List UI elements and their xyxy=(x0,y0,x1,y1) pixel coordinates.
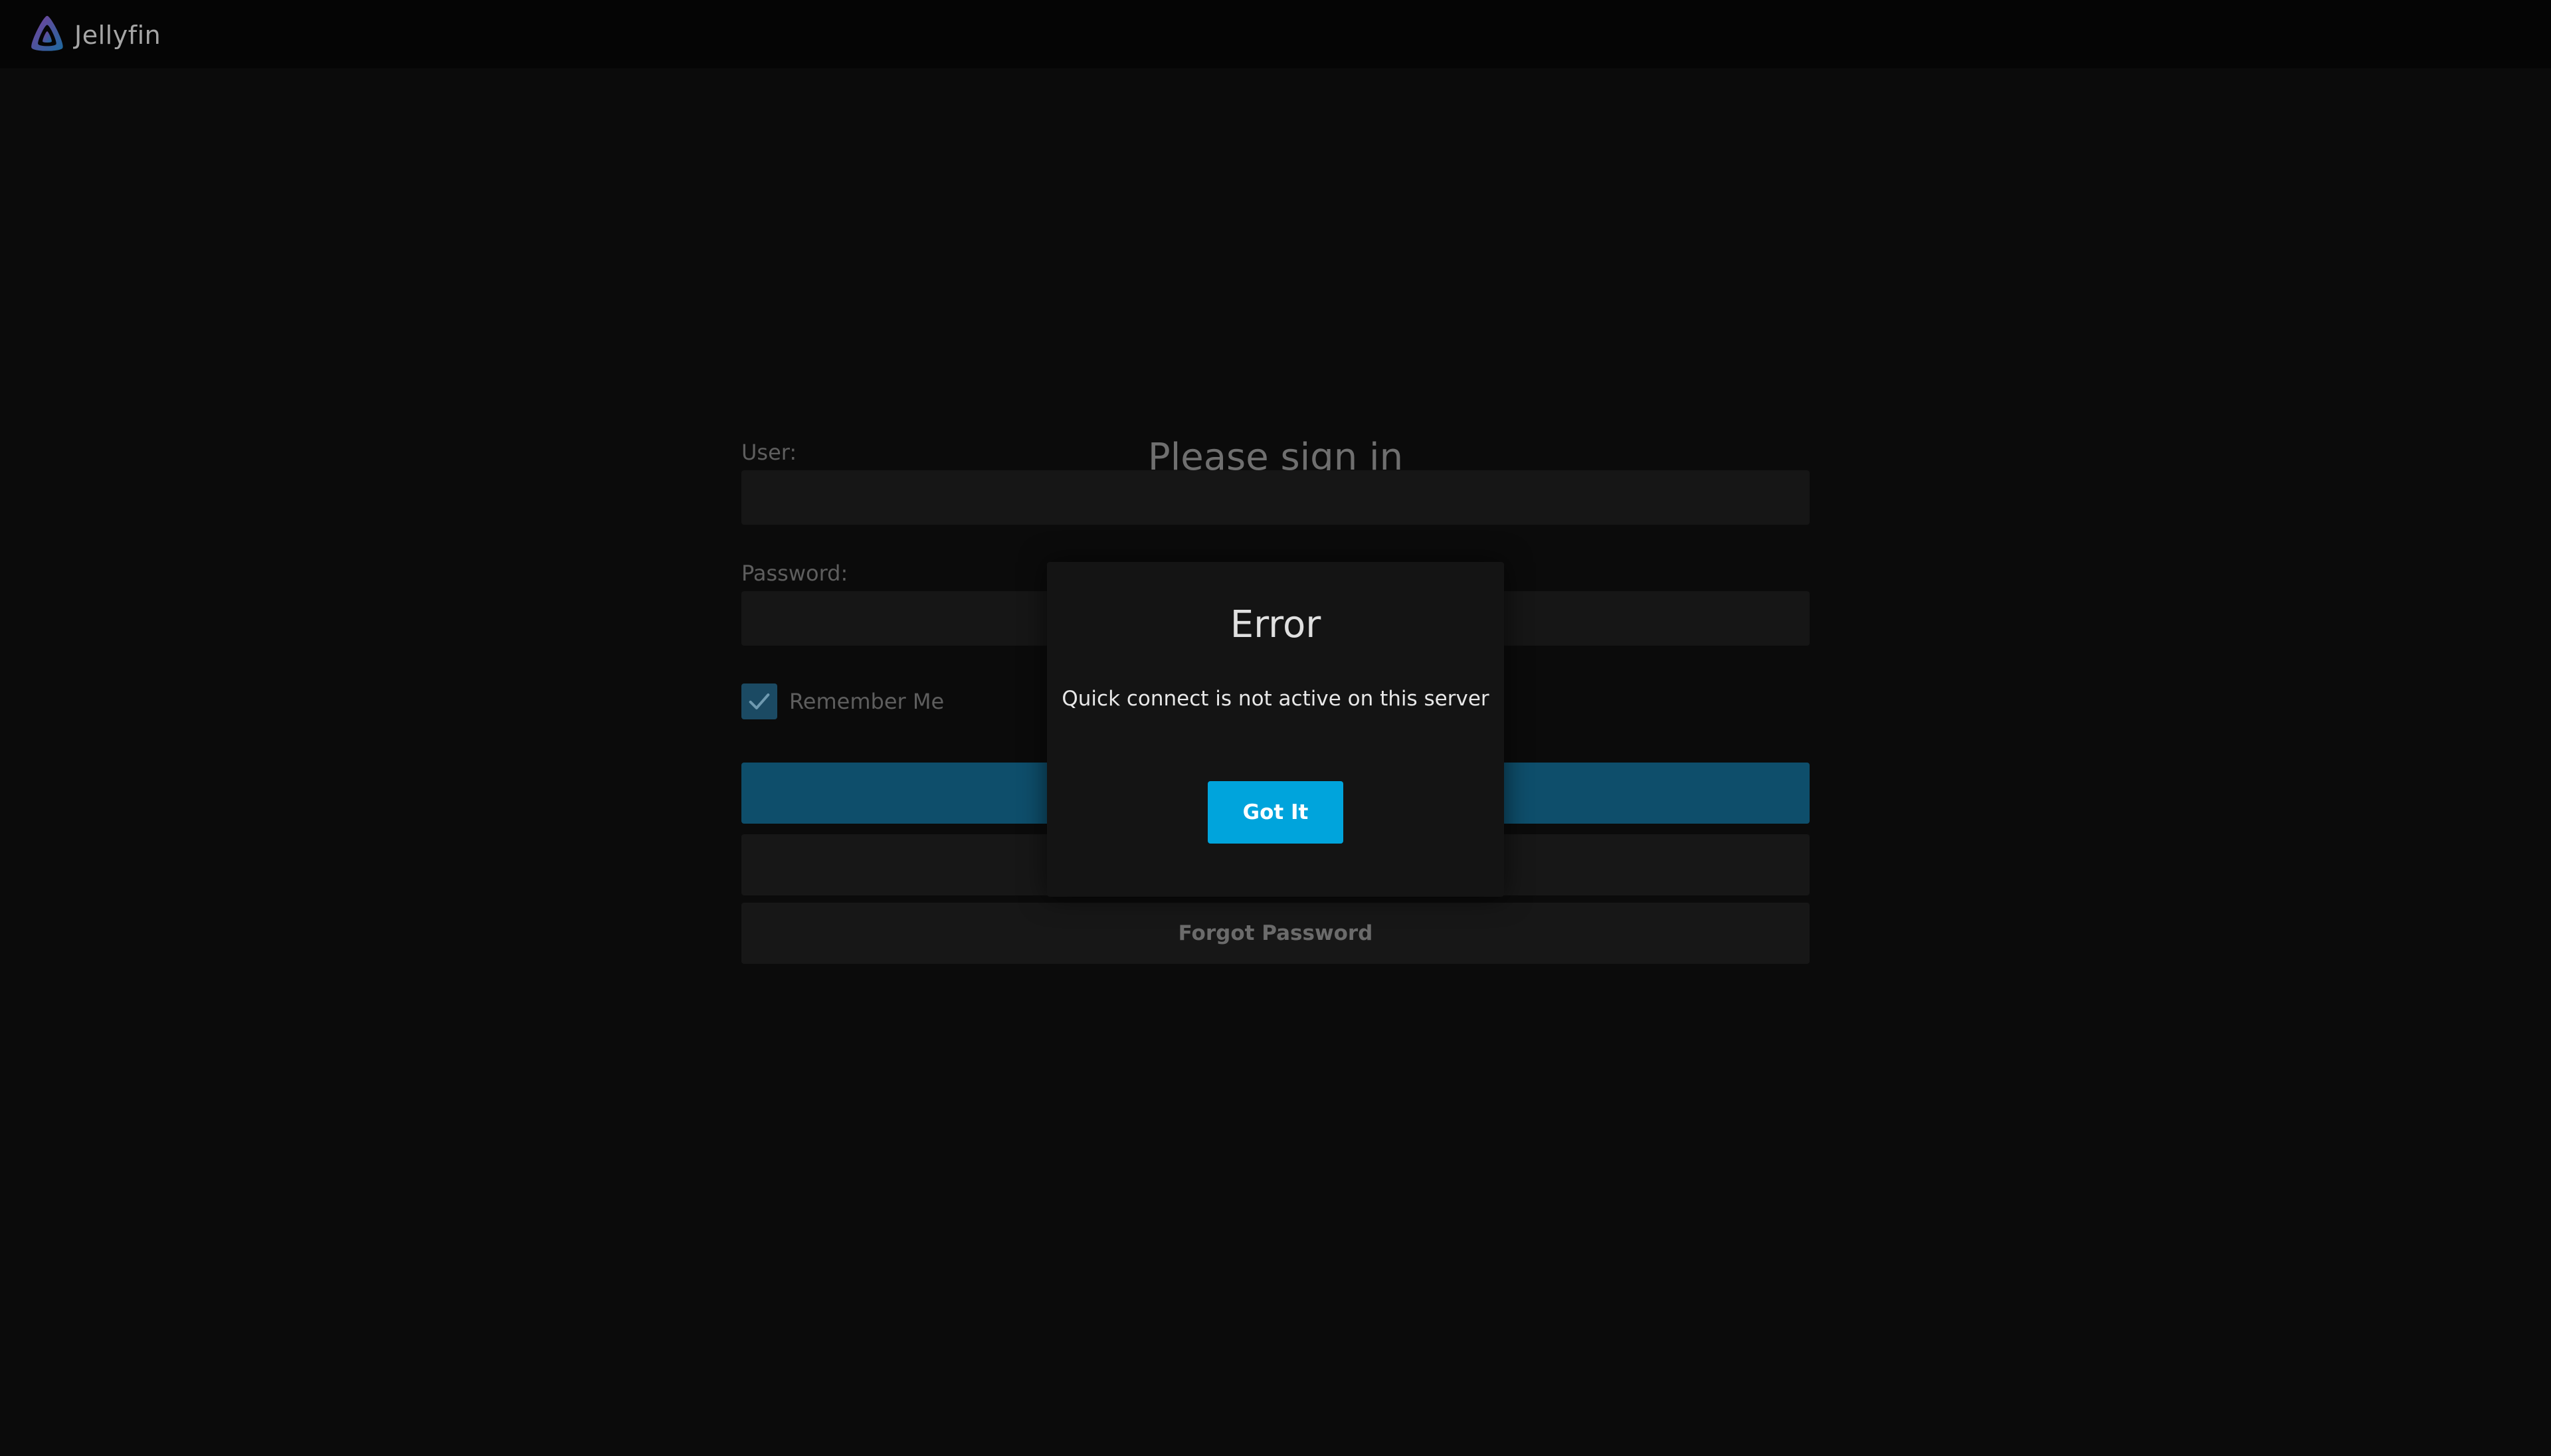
remember-me-label: Remember Me xyxy=(789,689,945,714)
remember-me-checkbox-row[interactable]: Remember Me xyxy=(741,683,944,719)
error-dialog: Error Quick connect is not active on thi… xyxy=(1047,562,1504,897)
app-name: Jellyfin xyxy=(74,21,161,50)
jellyfin-logo-icon xyxy=(27,13,68,57)
dialog-title: Error xyxy=(1230,603,1321,646)
user-input[interactable] xyxy=(741,470,1810,525)
checkmark-icon xyxy=(749,693,770,709)
got-it-button[interactable]: Got It xyxy=(1208,781,1343,844)
app-logo[interactable]: Jellyfin xyxy=(27,13,161,57)
password-label: Password: xyxy=(741,561,848,586)
forgot-password-button[interactable]: Forgot Password xyxy=(741,903,1810,964)
dialog-message: Quick connect is not active on this serv… xyxy=(1062,687,1489,711)
user-label: User: xyxy=(741,440,797,465)
remember-me-checkbox[interactable] xyxy=(741,683,777,719)
top-header: Jellyfin xyxy=(0,0,2551,68)
